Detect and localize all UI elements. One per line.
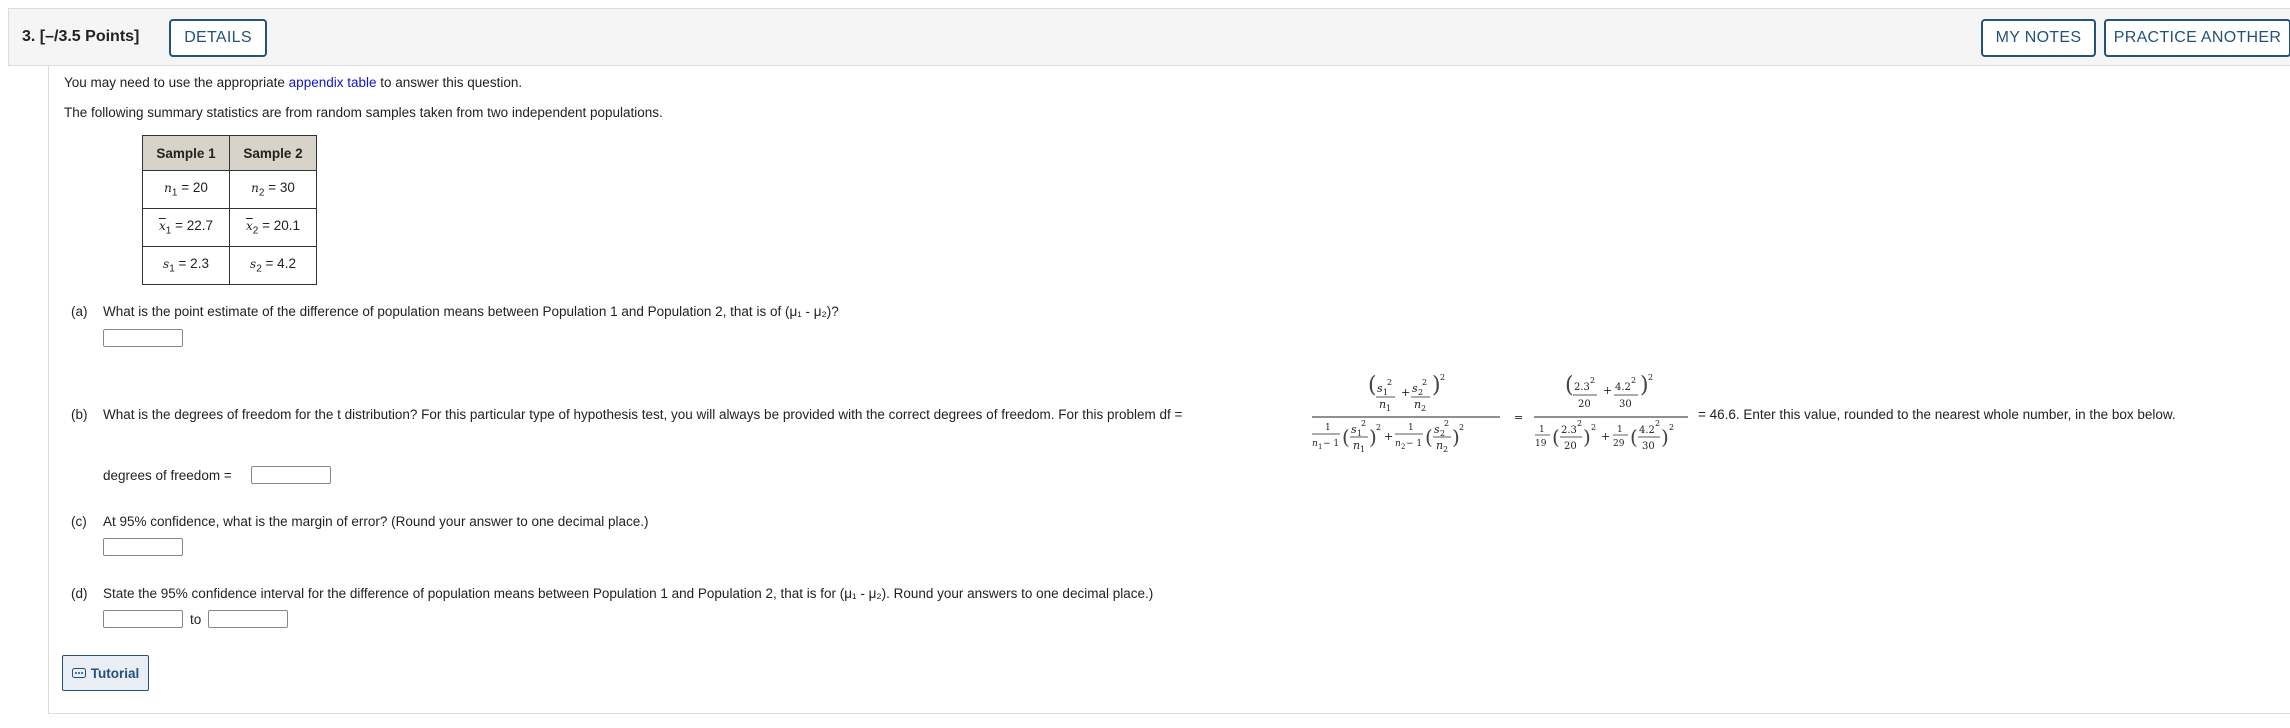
svg-text:4.2: 4.2 [1639, 425, 1655, 436]
svg-text:(: ( [1630, 425, 1638, 449]
s2-cell: s2 = 4.2 [229, 246, 317, 285]
svg-text:2: 2 [1590, 376, 1595, 385]
svg-text:1: 1 [1539, 425, 1545, 435]
svg-text:2: 2 [1418, 388, 1423, 397]
svg-text:(: ( [1552, 425, 1560, 449]
my-notes-button[interactable]: MY NOTES [1981, 19, 2096, 57]
svg-text:2.3: 2.3 [1574, 382, 1590, 393]
part-a-question: What is the point estimate of the differ… [103, 304, 839, 319]
intro-text-after: to answer this question. [376, 75, 523, 90]
svg-text:2: 2 [1401, 443, 1405, 451]
svg-text:1: 1 [1408, 423, 1414, 433]
x1-cell: x1 = 22.7 [142, 208, 230, 247]
svg-text:30: 30 [1642, 441, 1655, 452]
svg-text:1: 1 [1617, 425, 1623, 435]
svg-text:1: 1 [1383, 388, 1388, 397]
summary-statistics-table: Sample 1 Sample 2 n1 = 20 n2 = 30 x1 = 2… [142, 135, 317, 285]
svg-text:2: 2 [1631, 376, 1636, 385]
svg-text:2.3: 2.3 [1561, 425, 1577, 436]
sample-2-header: Sample 2 [229, 135, 317, 171]
x2-cell: x2 = 20.1 [229, 208, 317, 247]
svg-text:2: 2 [1655, 419, 1660, 428]
svg-text:1: 1 [1360, 445, 1365, 454]
df-label: degrees of freedom = [103, 468, 232, 483]
question-points-label: 3. [–/3.5 Points] [22, 28, 140, 45]
svg-text:(: ( [1565, 373, 1574, 398]
sample-1-header: Sample 1 [142, 135, 230, 171]
svg-text:+: + [1401, 386, 1410, 399]
part-b-question: What is the degrees of freedom for the t… [103, 407, 1183, 422]
svg-text:2: 2 [1387, 378, 1392, 387]
svg-text:20: 20 [1578, 399, 1591, 410]
to-label: to [190, 612, 202, 627]
part-c-question: At 95% confidence, what is the margin of… [103, 514, 649, 529]
svg-text:2: 2 [1669, 423, 1674, 432]
svg-text:4.2: 4.2 [1615, 382, 1631, 393]
s1-value: = 2.3 [178, 256, 209, 272]
tutorial-label: Tutorial [90, 665, 140, 681]
details-button[interactable]: DETAILS [169, 19, 267, 57]
part-b-label: (b) [71, 407, 88, 422]
svg-text:29: 29 [1613, 439, 1625, 449]
interval-upper-input[interactable] [208, 610, 288, 628]
svg-text:− 1: − 1 [1406, 439, 1422, 449]
svg-text:20: 20 [1564, 441, 1577, 452]
part-c-label: (c) [71, 514, 87, 529]
margin-of-error-input[interactable] [103, 538, 183, 556]
intro-line-2: The following summary statistics are fro… [64, 105, 663, 120]
svg-text:1: 1 [1386, 404, 1391, 413]
svg-text:2: 2 [1648, 373, 1653, 382]
svg-text:2: 2 [1443, 445, 1448, 454]
svg-text:1: 1 [1318, 443, 1322, 451]
svg-text:(: ( [1425, 425, 1433, 449]
practice-another-button[interactable]: PRACTICE ANOTHER [2104, 19, 2290, 57]
svg-text:2: 2 [1440, 373, 1445, 382]
svg-text:(: ( [1342, 425, 1350, 449]
n1-cell: n1 = 20 [142, 170, 230, 209]
question-header: 3. [–/3.5 Points] DETAILS MY NOTES PRACT… [8, 8, 2290, 66]
svg-text:): ) [1661, 425, 1669, 449]
svg-text:+: + [1603, 384, 1612, 397]
part-d-question: State the 95% confidence interval for th… [103, 586, 1154, 601]
svg-text:+: + [1601, 430, 1610, 443]
svg-text:2: 2 [1444, 419, 1449, 428]
degrees-of-freedom-input[interactable] [251, 466, 331, 484]
svg-text:=: = [1514, 411, 1523, 424]
svg-text:2: 2 [1577, 419, 1582, 428]
svg-text:2: 2 [1422, 378, 1427, 387]
svg-text:19: 19 [1535, 439, 1547, 449]
svg-text:2: 2 [1376, 423, 1381, 432]
intro-line-1: You may need to use the appropriate appe… [64, 75, 522, 90]
svg-text:(: ( [1368, 373, 1377, 398]
question-body [48, 66, 2290, 714]
svg-text:2: 2 [1459, 423, 1464, 432]
svg-text:30: 30 [1619, 399, 1632, 410]
df-formula: ( s 12 n1 + s 22 n2 ) 2 1 n1 − 1 ( s 12 n1 )… [1312, 373, 1688, 454]
x1-value: = 22.7 [175, 218, 214, 234]
tutorial-button[interactable]: Tutorial [62, 655, 149, 691]
svg-text:2: 2 [1591, 423, 1596, 432]
intro-text-before: You may need to use the appropriate [64, 75, 289, 90]
part-d-label: (d) [71, 586, 88, 601]
tutorial-icon [71, 668, 86, 678]
n1-value: = 20 [181, 180, 208, 196]
svg-text:2: 2 [1361, 419, 1366, 428]
svg-text:2: 2 [1421, 404, 1426, 413]
n2-cell: n2 = 30 [229, 170, 317, 209]
n2-value: = 30 [268, 180, 295, 196]
part-b-question-end: = 46.6. Enter this value, rounded to the… [1698, 407, 2176, 422]
svg-text:− 1: − 1 [1323, 439, 1339, 449]
svg-text:1: 1 [1325, 423, 1331, 433]
part-a-label: (a) [71, 304, 88, 319]
s1-cell: s1 = 2.3 [142, 246, 230, 285]
svg-text:+: + [1384, 430, 1393, 443]
x2-value: = 20.1 [262, 218, 301, 234]
svg-text:): ) [1583, 425, 1591, 449]
s2-value: = 4.2 [265, 256, 296, 272]
interval-lower-input[interactable] [103, 610, 183, 628]
part-a-answer-input[interactable] [103, 329, 183, 347]
appendix-table-link[interactable]: appendix table [289, 75, 377, 90]
